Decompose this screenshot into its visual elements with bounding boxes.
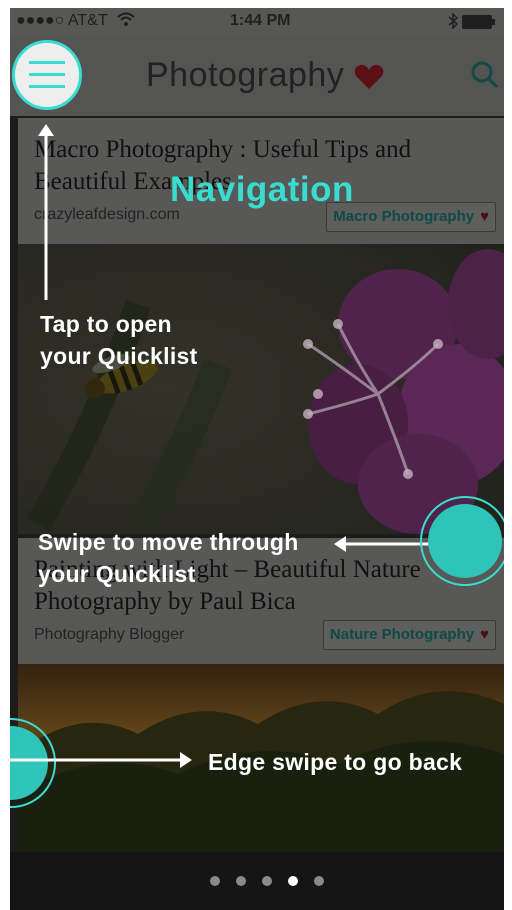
right-arrow-icon [10, 752, 192, 768]
tutorial-overlay [10, 8, 504, 852]
tap-hint-line2: your Quicklist [40, 343, 198, 369]
pager-dot[interactable] [210, 876, 220, 886]
tutorial-title: Navigation [170, 170, 354, 209]
swipe-gesture-indicator [420, 496, 504, 586]
up-arrow-icon [38, 124, 54, 300]
edge-swipe-hint: Edge swipe to go back [208, 749, 463, 775]
pager-dot[interactable] [236, 876, 246, 886]
phone-screen: ●●●●○ AT&T 1:44 PM Photography Macro Pho… [10, 8, 504, 910]
swipe-hint-line1: Swipe to move through [38, 529, 299, 555]
swipe-hint-line2: your Quicklist [38, 561, 196, 587]
tap-hint-line1: Tap to open [40, 311, 172, 337]
pager-dot-active[interactable] [288, 876, 298, 886]
pager-bar [10, 852, 504, 910]
pager-dot[interactable] [314, 876, 324, 886]
pager-dot[interactable] [262, 876, 272, 886]
